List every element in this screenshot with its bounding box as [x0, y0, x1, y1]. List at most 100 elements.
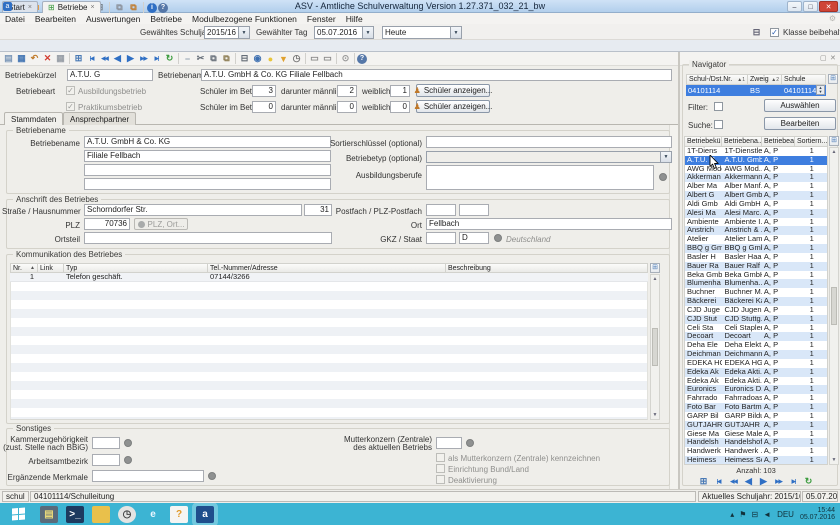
panel-splitter[interactable] — [678, 52, 680, 490]
folder-icon[interactable] — [92, 506, 110, 523]
menu-datei[interactable]: Datei — [5, 14, 25, 24]
chevron-down-icon[interactable]: ▼ — [362, 27, 373, 38]
postfach-input[interactable] — [426, 204, 456, 216]
windows-icon[interactable]: ⧉ — [113, 1, 126, 14]
col-typ[interactable]: Typ — [64, 263, 208, 273]
betriebe-list-row[interactable]: Atelier Atelier Lam... A, P 1 — [685, 235, 827, 244]
betriebename-line4-input[interactable] — [84, 178, 331, 190]
col-tel[interactable]: Tel.-Nummer/Adresse — [208, 263, 446, 273]
preview-icon[interactable]: ◉ — [251, 52, 264, 65]
filter-icon[interactable]: ▼ — [277, 52, 290, 65]
kommunikation-scrollbar[interactable]: ▲ ▼ — [650, 274, 660, 420]
betriebe-list-row[interactable]: Bauer Ra Bauer Ralf A, P 1 — [685, 262, 827, 271]
col-sortiernummer[interactable]: Sortiern...▲ — [795, 136, 828, 147]
betriebe-list-row[interactable]: Deha Ele Deha Elekt... A, P 1 — [685, 341, 827, 350]
betriebename-line3-input[interactable] — [84, 164, 331, 176]
col-betriebekuerzel[interactable]: Betriebekü... — [684, 136, 722, 147]
separator[interactable] — [305, 53, 306, 64]
chevron-down-icon[interactable]: ▼ — [450, 27, 461, 38]
mutterkonzern-input[interactable] — [436, 437, 462, 449]
betriebe-list-row[interactable]: Handelsh Handelshof A, P 1 — [685, 438, 827, 447]
betriebe-list-row[interactable]: GARP Bil GARP Bildu... A, P 1 — [685, 412, 827, 421]
separator[interactable] — [178, 53, 179, 64]
betriebe-list-row[interactable]: Blumenha Blumenha... A, P 1 — [685, 279, 827, 288]
start-button[interactable] — [0, 503, 36, 525]
paste-icon[interactable]: ⧉ — [220, 52, 233, 65]
close-panel-icon[interactable]: ✕ — [830, 54, 836, 62]
betriebe-list-row[interactable]: Beka Gmb Beka GmbH A, P 1 — [685, 271, 827, 280]
betriebe-list-row[interactable]: CJD Juge CJD Jugen... A, P 1 — [685, 306, 827, 315]
betriebe-list-row[interactable]: Deichman Deichmann A, P 1 — [685, 350, 827, 359]
plz-postfach-input[interactable] — [459, 204, 489, 216]
separator[interactable] — [143, 2, 144, 13]
betriebe-list-row[interactable]: Heimess Heimess So... A, P 1 — [685, 456, 827, 465]
tab-stammdaten[interactable]: Stammdaten — [4, 112, 63, 125]
first-record-icon[interactable]: |◀ — [85, 52, 98, 65]
col-schulnr[interactable]: Schul-/Dst.Nr.▲1 — [686, 74, 748, 85]
delete-icon[interactable]: ✕ — [41, 52, 54, 65]
merkmale-input[interactable] — [92, 470, 204, 482]
ortsteil-input[interactable] — [84, 232, 332, 244]
staat-input[interactable]: D — [459, 232, 489, 244]
info-dot-icon[interactable] — [466, 439, 474, 447]
tray-volume-icon[interactable]: ◄ — [763, 510, 771, 519]
col-beschreibung[interactable]: Beschreibung — [446, 263, 648, 273]
schuljahr-combobox[interactable]: 2015/16 ▼ — [204, 26, 250, 39]
help-icon[interactable]: ? — [357, 54, 367, 64]
col-link[interactable]: Link — [38, 263, 64, 273]
weiblich-count-input[interactable]: 0 — [390, 101, 410, 113]
tab-ansprechpartner[interactable]: Ansprechpartner — [63, 112, 136, 125]
info-dot-icon[interactable] — [124, 456, 132, 464]
arbeitsamtbezirk-input[interactable] — [92, 454, 120, 466]
klasse-beibehalten-checkbox[interactable]: ✓ — [770, 28, 779, 37]
betriebe-list-row[interactable]: Buchner Buchner M... A, P 1 — [685, 288, 827, 297]
ausbildungsberufe-textarea[interactable] — [426, 165, 654, 190]
fast-prev-icon[interactable]: ◀◀ — [727, 475, 740, 488]
table-icon[interactable]: ⊞ — [697, 475, 710, 488]
tray-expand-icon[interactable]: ▴ — [730, 510, 734, 519]
scroll-up-icon[interactable]: ▲ — [832, 149, 837, 155]
menu-bearbeiten[interactable]: Bearbeiten — [35, 14, 76, 24]
ie-icon[interactable]: e — [144, 506, 162, 523]
menu-fenster[interactable]: Fenster — [307, 14, 336, 24]
betriebe-list-row[interactable]: A.T.U. G A.T.U. Gmb... A, P 1 — [685, 156, 827, 165]
betriebename-line1-input[interactable]: A.T.U. GmbH & Co. KG — [84, 136, 331, 148]
table-settings-icon[interactable]: ⊞ — [650, 263, 660, 273]
cut-icon[interactable]: ✂ — [194, 52, 207, 65]
settings-gear-icon[interactable]: ⚙ — [829, 14, 836, 23]
save-icon[interactable]: ▦ — [15, 52, 28, 65]
window2-icon[interactable]: ▭ — [321, 52, 334, 65]
plz-input[interactable]: 70736 — [84, 218, 130, 230]
info-icon[interactable]: i — [147, 3, 157, 13]
schueler-count-input[interactable]: 3 — [252, 85, 276, 97]
betriebename-line2-input[interactable]: Filiale Fellbach — [84, 150, 331, 162]
prev-record-icon[interactable]: ◀ — [111, 52, 124, 65]
betriebe-list-row[interactable]: 1T-Diens 1T-Dienstle... A, P 1 — [685, 147, 827, 156]
betriebe-list-row[interactable]: Alesi Ma Alesi Marc... A, P 1 — [685, 209, 827, 218]
betriebe-list-row[interactable]: Albert G Albert GmbH A, P 1 — [685, 191, 827, 200]
zeitraum-combobox[interactable]: Heute ▼ — [382, 26, 462, 39]
gkz-input[interactable] — [426, 232, 456, 244]
refresh-icon[interactable]: ↻ — [163, 52, 176, 65]
help-icon[interactable]: ? — [158, 3, 168, 13]
separator[interactable] — [235, 53, 236, 64]
betriebe-list-row[interactable]: Akkerman Akkermann... A, P 1 — [685, 173, 827, 182]
separator[interactable] — [109, 2, 110, 13]
bearbeiten-button[interactable]: Bearbeiten — [764, 117, 836, 130]
help-file-icon[interactable]: ? — [170, 506, 188, 523]
clock[interactable]: 15:44 05.07.2016 — [800, 507, 835, 522]
col-zweig[interactable]: Zweig▲2 — [748, 74, 782, 85]
powershell-icon[interactable]: >_ — [66, 506, 84, 523]
betriebe-list-row[interactable]: Fahrrado Fahrradoase A, P 1 — [685, 394, 827, 403]
ort-input[interactable]: Fellbach — [426, 218, 672, 230]
info-dot-icon[interactable] — [124, 439, 132, 447]
betriebe-list-row[interactable]: AWG Mode AWG Mod... A, P 1 — [685, 165, 827, 174]
separator[interactable] — [69, 53, 70, 64]
scroll-down-icon[interactable]: ▼ — [653, 412, 658, 418]
betriebe-list-row[interactable]: Aldi Gmb Aldi GmbH ... A, P 1 — [685, 200, 827, 209]
betriebe-list-row[interactable]: Giese Ma Giese Maler A, P 1 — [685, 430, 827, 439]
betriebe-list-row[interactable]: Bäckerei Bäckerei Ka... A, P 1 — [685, 297, 827, 306]
close-icon[interactable]: × — [91, 4, 95, 11]
scroll-up-icon[interactable]: ▲ — [653, 276, 658, 282]
refresh-icon[interactable]: ↻ — [802, 475, 815, 488]
